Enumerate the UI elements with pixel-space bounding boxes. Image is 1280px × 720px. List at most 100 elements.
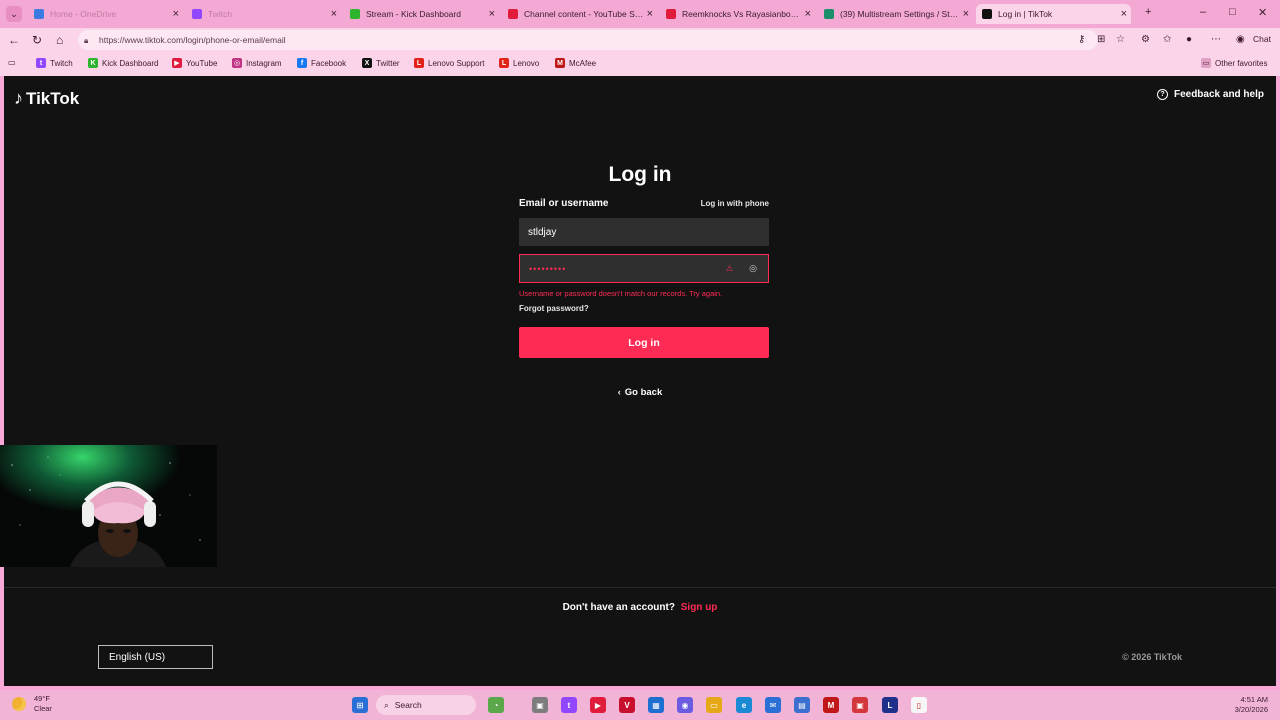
close-tab-icon[interactable]: × (489, 8, 495, 20)
browser-tab[interactable]: Stream - Kick Dashboard × (344, 4, 499, 24)
app-available-icon[interactable]: ⊞ (1097, 34, 1105, 45)
browser-tab[interactable]: Twitch × (186, 4, 341, 24)
sign-up-link[interactable]: Sign up (681, 602, 718, 613)
footer-divider (4, 587, 1276, 588)
browser-tab[interactable]: Log in | TikTok × (976, 4, 1131, 24)
bookmark-icon: t (36, 58, 46, 68)
document-app-icon[interactable]: ▯ (911, 697, 927, 713)
bookmark-label: McAfee (569, 58, 597, 68)
favorites-bar-toggle-icon[interactable]: ▭ (8, 58, 16, 67)
security-app-icon[interactable]: ▣ (852, 697, 868, 713)
login-form: Email or username Log in with phone stld… (519, 196, 769, 358)
store-icon[interactable]: ▤ (794, 697, 810, 713)
bookmark-item[interactable]: K Kick Dashboard (88, 58, 158, 68)
new-tab-button[interactable]: + (1145, 6, 1151, 18)
tab-actions-menu-button[interactable]: ⌄ (6, 6, 22, 22)
url-input[interactable]: 🔒︎ https://www.tiktok.com/login/phone-or… (78, 30, 1098, 50)
close-tab-icon[interactable]: × (805, 8, 811, 20)
home-icon[interactable]: ⌂ (56, 33, 63, 47)
mail-icon[interactable]: ✉ (765, 697, 781, 713)
bookmark-item[interactable]: L Lenovo (499, 58, 539, 68)
copilot-icon[interactable]: ◉ (1236, 34, 1245, 45)
favorites-icon[interactable]: ✩ (1163, 34, 1171, 45)
twitch-app-icon[interactable]: t (561, 697, 577, 713)
favorite-star-icon[interactable]: ☆ (1116, 34, 1125, 45)
other-favorites[interactable]: ▭ Other favorites (1201, 58, 1267, 68)
bookmark-item[interactable]: f Facebook (297, 58, 346, 68)
forgot-password-link[interactable]: Forgot password? (519, 304, 769, 313)
calculator-icon[interactable]: ▦ (648, 697, 664, 713)
widgets-icon[interactable]: ◔ (488, 697, 504, 713)
mcafee-icon[interactable]: M (823, 697, 839, 713)
bookmark-item[interactable]: t Twitch (36, 58, 73, 68)
red-app-icon[interactable]: V (619, 697, 635, 713)
key-icon[interactable]: ⚷ (1078, 34, 1085, 45)
close-window-button[interactable]: ✕ (1258, 6, 1267, 19)
maximize-button[interactable]: □ (1229, 6, 1236, 18)
bookmark-item[interactable]: ◎ Instagram (232, 58, 282, 68)
bookmark-item[interactable]: ▶ YouTube (172, 58, 217, 68)
copilot-app-icon[interactable]: ◉ (677, 697, 693, 713)
bookmark-item[interactable]: L Lenovo Support (414, 58, 485, 68)
file-explorer-icon[interactable]: ▭ (706, 697, 722, 713)
minimize-button[interactable]: – (1200, 6, 1206, 18)
tiktok-login-page: ♪ TikTok ? Feedback and help Log in Emai… (4, 76, 1276, 686)
language-select[interactable]: English (US) (98, 645, 213, 669)
close-tab-icon[interactable]: × (647, 8, 653, 20)
start-icon[interactable]: ⊞ (352, 697, 368, 713)
address-bar-row: ← ↻ ⌂ 🔒︎ https://www.tiktok.com/login/ph… (0, 28, 1280, 52)
warning-icon: ⚠ (725, 264, 734, 273)
tab-strip: ⌄ Home - OneDrive × Twitch × Stream - Kick D… (0, 0, 1280, 28)
tiktok-logo[interactable]: ♪ TikTok (14, 88, 79, 109)
bookmark-label: Instagram (246, 58, 282, 68)
browser-tab[interactable]: (39) Multistream Settings / Stream × (818, 4, 973, 24)
help-icon: ? (1156, 89, 1168, 100)
lenovo-app-icon[interactable]: L (882, 697, 898, 713)
hide-password-icon[interactable]: ◎ (749, 263, 758, 274)
close-tab-icon[interactable]: × (963, 8, 969, 20)
twitch-icon (192, 9, 202, 19)
bookmark-icon: L (414, 58, 424, 68)
bookmark-icon: X (362, 58, 372, 68)
weather-widget[interactable]: 49°F Clear (12, 694, 52, 714)
tab-label: (39) Multistream Settings / Stream (840, 9, 960, 19)
temperature: 49°F (34, 694, 50, 703)
bookmark-item[interactable]: M McAfee (555, 58, 596, 68)
youtube-app-icon[interactable]: ▶ (590, 697, 606, 713)
email-label: Email or username (519, 197, 609, 209)
bookmark-label: Lenovo (513, 58, 540, 68)
webcam-overlay (0, 445, 217, 567)
back-icon[interactable]: ← (8, 33, 20, 47)
close-tab-icon[interactable]: × (331, 8, 337, 20)
browser-tab[interactable]: Channel content - YouTube Studio × (502, 4, 657, 24)
close-tab-icon[interactable]: × (1121, 8, 1127, 20)
password-input[interactable]: ••••••••• ⚠ ◎ (519, 254, 769, 283)
no-account-text: Don't have an account? (562, 602, 675, 613)
bookmark-item[interactable]: X Twitter (362, 58, 400, 68)
taskbar-search[interactable]: ⌕ Search (376, 695, 476, 715)
username-input[interactable]: stldjay (519, 218, 769, 246)
go-back-link[interactable]: ‹ Go back (4, 387, 1276, 398)
bookmark-icon: M (555, 58, 565, 68)
close-tab-icon[interactable]: × (173, 8, 179, 20)
browser-tab[interactable]: Home - OneDrive × (28, 4, 183, 24)
feedback-and-help-link[interactable]: ? Feedback and help (1156, 89, 1264, 100)
refresh-icon[interactable]: ↻ (32, 33, 42, 47)
system-clock[interactable]: 4:51 AM 3/20/2026 (1235, 695, 1268, 715)
extensions-icon[interactable]: ⚙ (1141, 34, 1150, 45)
edge-icon[interactable]: e (736, 697, 752, 713)
weather-condition: Clear (34, 704, 52, 713)
signup-prompt: Don't have an account? Sign up (4, 602, 1276, 613)
bookmark-label: Twitter (376, 58, 400, 68)
task-view-icon[interactable]: ▣ (532, 697, 548, 713)
page-title: Log in (608, 163, 672, 186)
login-with-phone-link[interactable]: Log in with phone (701, 199, 769, 208)
browser-tab[interactable]: Reemknocks Vs Rayasianboy Mad × (660, 4, 815, 24)
chat-label[interactable]: Chat (1253, 34, 1271, 44)
error-message: Username or password doesn't match our r… (519, 289, 723, 298)
more-menu-icon[interactable]: ⋯ (1211, 34, 1221, 45)
profile-avatar[interactable]: ● (1186, 34, 1192, 45)
tiktok-note-icon: ♪ (14, 88, 23, 108)
tiktok-icon (982, 9, 992, 19)
login-button[interactable]: Log in (519, 327, 769, 358)
